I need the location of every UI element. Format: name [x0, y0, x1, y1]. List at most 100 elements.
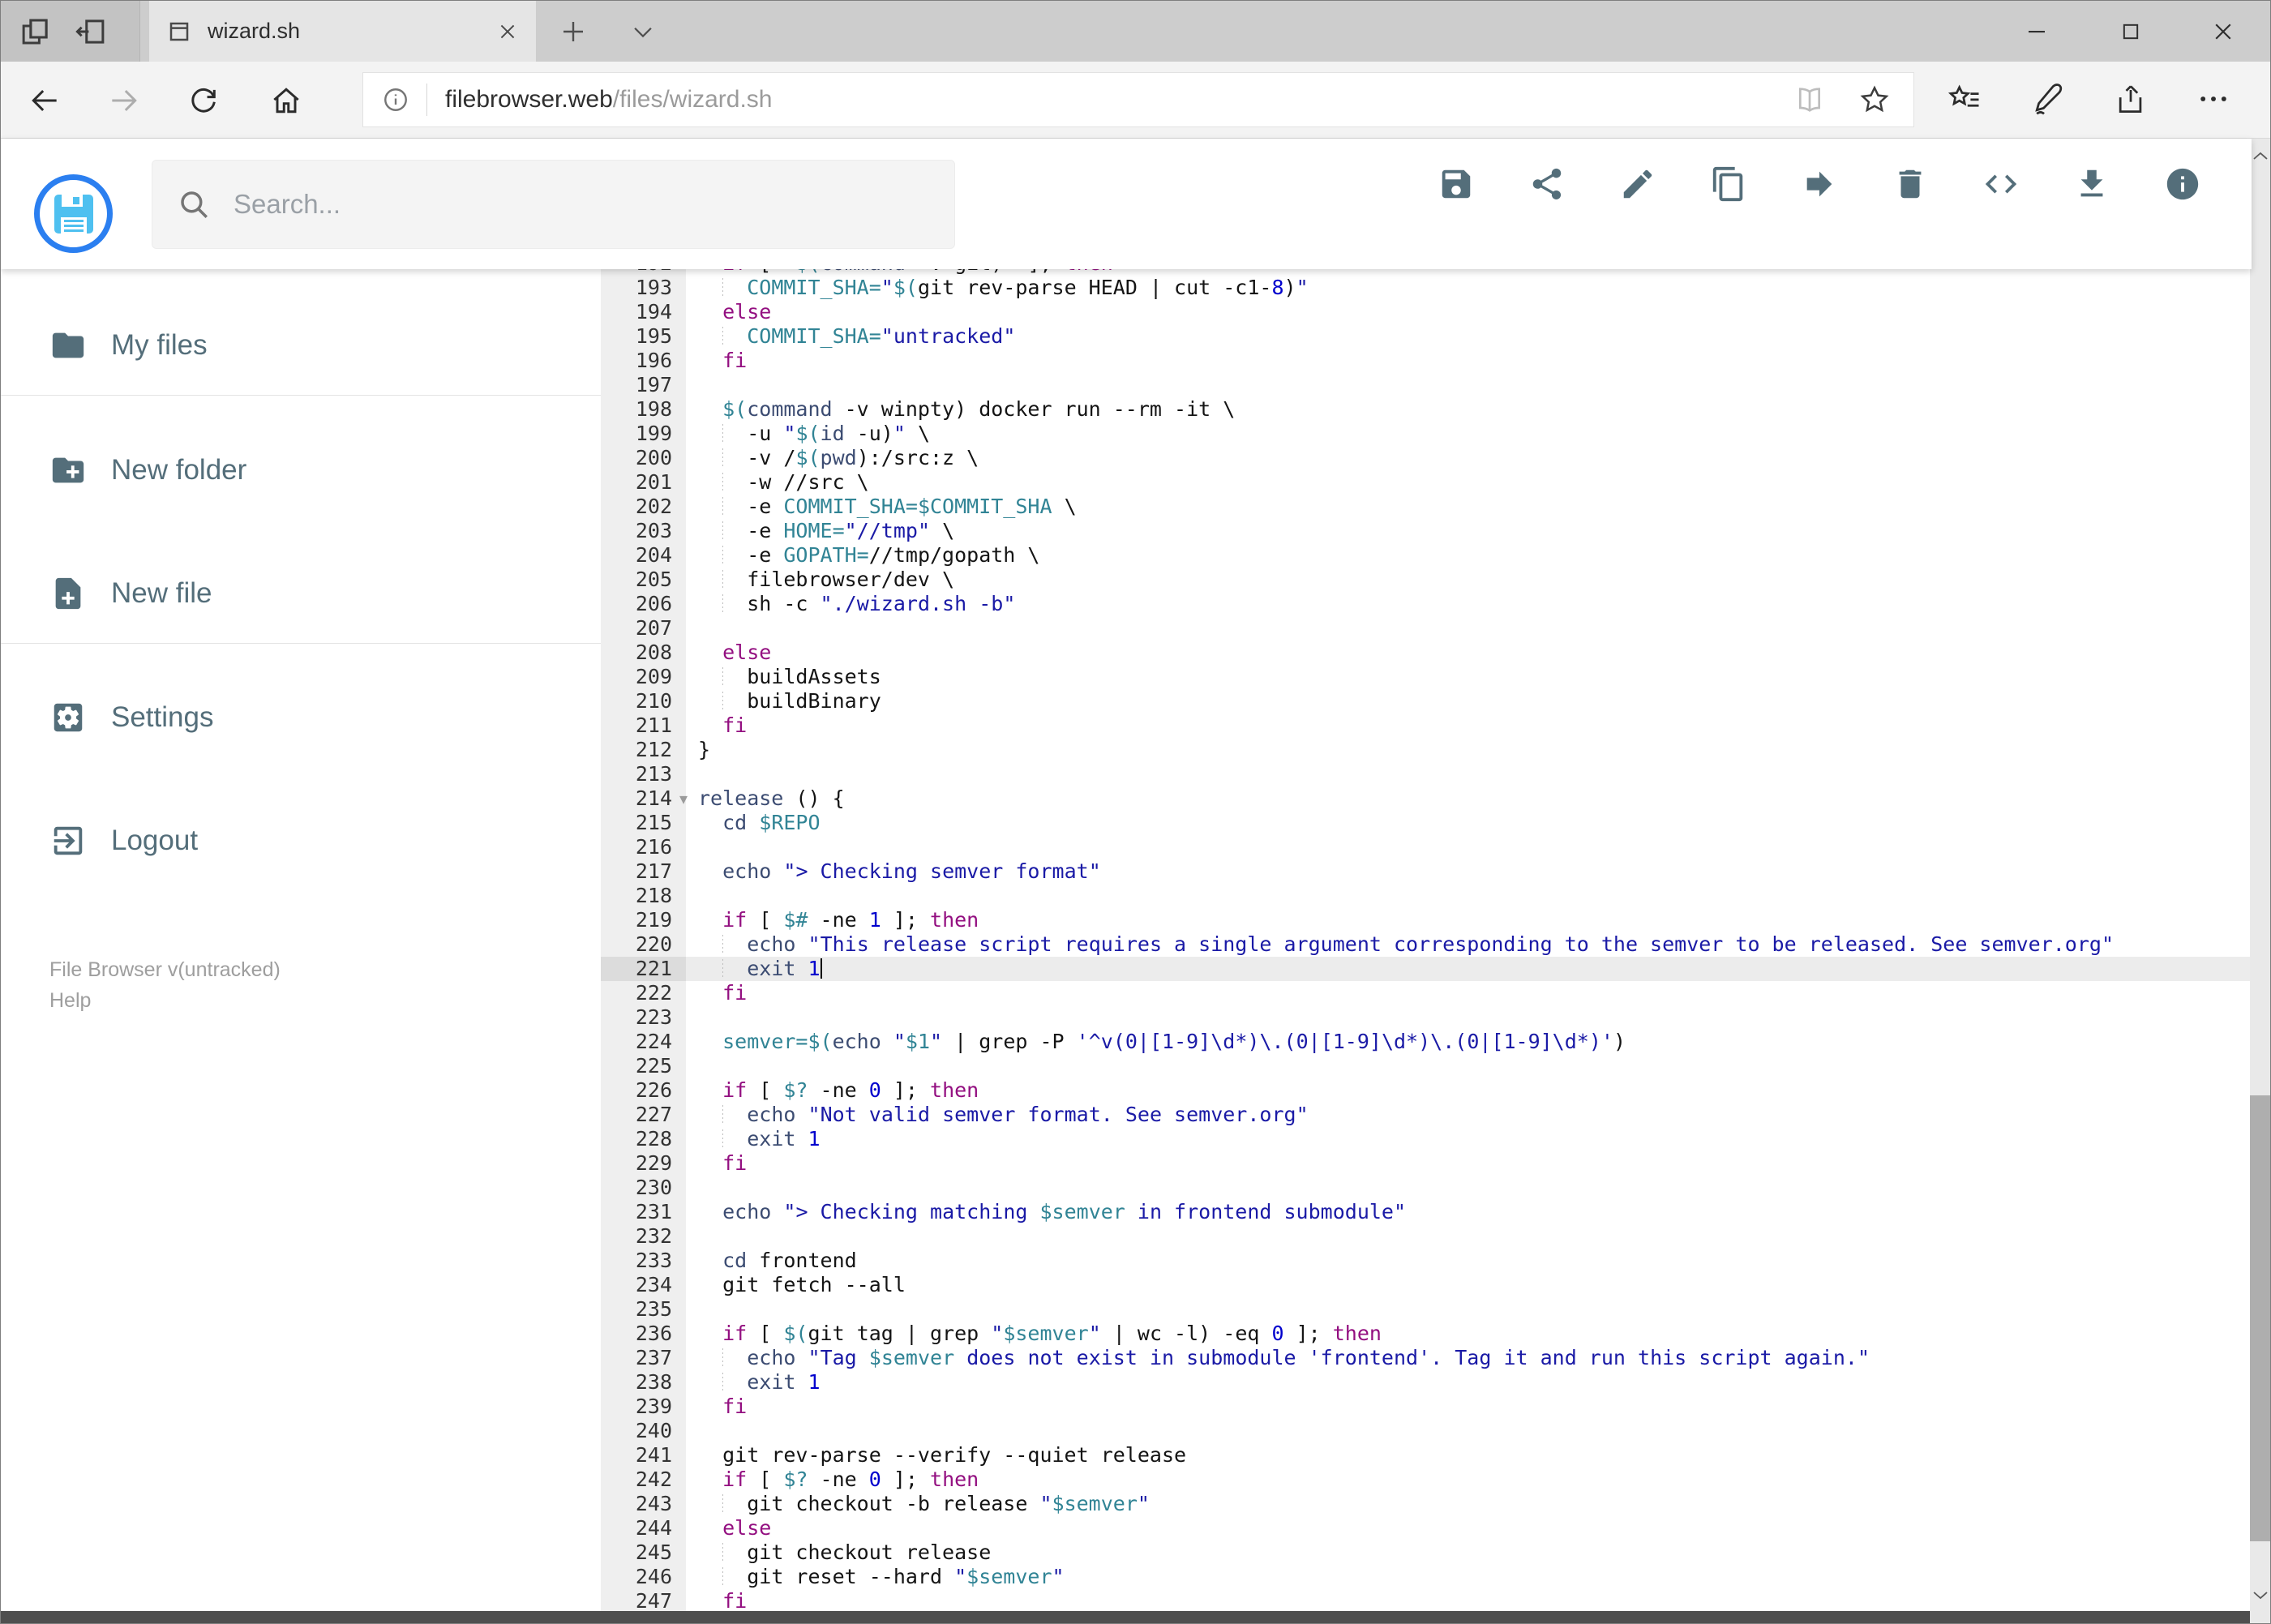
code-line[interactable]: 228 exit 1 [601, 1127, 2252, 1151]
code-line[interactable]: 204 -e GOPATH=//tmp/gopath \ [601, 543, 2252, 568]
code-line[interactable]: 221 exit 1 [601, 957, 2252, 981]
browser-tab[interactable]: wizard.sh [149, 1, 536, 62]
forward-button[interactable] [105, 81, 144, 120]
code-line[interactable]: 224 semver=$(echo "$1" | grep -P '^v(0|[… [601, 1030, 2252, 1054]
code-line[interactable]: 202 -e COMMIT_SHA=$COMMIT_SHA \ [601, 495, 2252, 519]
copy-button[interactable] [1710, 165, 1747, 203]
scroll-down-icon[interactable] [2251, 1585, 2270, 1605]
window-maximize-button[interactable] [2093, 1, 2169, 62]
search-input[interactable] [232, 188, 954, 221]
page-info-icon[interactable] [381, 85, 410, 114]
code-line[interactable]: 200 -v /$(pwd):/src:z \ [601, 446, 2252, 470]
code-line[interactable]: 194 else [601, 300, 2252, 324]
favorite-star-button[interactable] [1858, 84, 1891, 116]
code-line[interactable]: 213 [601, 762, 2252, 786]
code-line[interactable]: 210 buildBinary [601, 689, 2252, 713]
window-close-button[interactable] [2185, 1, 2261, 62]
code-editor[interactable]: 192 if [ "$(command -v git)" ]; then193 … [601, 269, 2252, 1613]
info-button[interactable] [2164, 165, 2201, 203]
code-line[interactable]: 236 if [ $(git tag | grep "$semver" | wc… [601, 1322, 2252, 1346]
app-logo[interactable] [34, 174, 113, 253]
code-line[interactable]: 240 [601, 1419, 2252, 1443]
sidebar-item-new-folder[interactable]: New folder [1, 426, 601, 515]
code-line[interactable]: 243 git checkout -b release "$semver" [601, 1492, 2252, 1516]
horizontal-scrollbar-thumb[interactable] [1, 1611, 2252, 1623]
code-line[interactable]: 220 echo "This release script requires a… [601, 932, 2252, 957]
code-line[interactable]: 197 [601, 373, 2252, 397]
code-line[interactable]: 195 COMMIT_SHA="untracked" [601, 324, 2252, 349]
code-line[interactable]: 231 echo "> Checking matching $semver in… [601, 1200, 2252, 1224]
code-line[interactable]: 198 $(command -v winpty) docker run --rm… [601, 397, 2252, 422]
code-line[interactable]: 206 sh -c "./wizard.sh -b" [601, 592, 2252, 616]
sidebar-item-settings[interactable]: Settings [1, 673, 601, 762]
code-line[interactable]: 245 git checkout release [601, 1540, 2252, 1565]
sidebar-item-my-files[interactable]: My files [1, 301, 601, 390]
code-line[interactable]: 237 echo "Tag $semver does not exist in … [601, 1346, 2252, 1370]
tab-close-button[interactable] [497, 21, 518, 42]
code-line[interactable]: 225 [601, 1054, 2252, 1078]
download-button[interactable] [2073, 165, 2110, 203]
code-line[interactable]: 222 fi [601, 981, 2252, 1005]
window-minimize-button[interactable] [1999, 1, 2075, 62]
code-line[interactable]: 239 fi [601, 1395, 2252, 1419]
hub-favorites-button[interactable] [1947, 81, 1983, 117]
share-page-button[interactable] [2113, 81, 2149, 117]
web-note-button[interactable] [2030, 81, 2066, 117]
delete-button[interactable] [1892, 165, 1929, 203]
move-button[interactable] [1801, 165, 1838, 203]
scroll-up-icon[interactable] [2251, 147, 2270, 166]
code-line[interactable]: 218 [601, 884, 2252, 908]
code-line[interactable]: 196 fi [601, 349, 2252, 373]
code-line[interactable]: 246 git reset --hard "$semver" [601, 1565, 2252, 1589]
code-line[interactable]: 230 [601, 1176, 2252, 1200]
code-line[interactable]: 235 [601, 1297, 2252, 1322]
code-line[interactable]: 244 else [601, 1516, 2252, 1540]
code-line[interactable]: 227 echo "Not valid semver format. See s… [601, 1103, 2252, 1127]
code-line[interactable]: 208 else [601, 641, 2252, 665]
code-line[interactable]: 234 git fetch --all [601, 1273, 2252, 1297]
code-line[interactable]: 229 fi [601, 1151, 2252, 1176]
code-line[interactable]: 199 -u "$(id -u)" \ [601, 422, 2252, 446]
save-button[interactable] [1438, 165, 1475, 203]
code-line[interactable]: 217 echo "> Checking semver format" [601, 859, 2252, 884]
code-line[interactable]: 215 cd $REPO [601, 811, 2252, 835]
code-line[interactable]: 219 if [ $# -ne 1 ]; then [601, 908, 2252, 932]
code-line[interactable]: 212} [601, 738, 2252, 762]
tab-preview-button[interactable] [19, 15, 53, 49]
code-line[interactable]: 238 exit 1 [601, 1370, 2252, 1395]
code-line[interactable]: 233 cd frontend [601, 1249, 2252, 1273]
sidebar-item-logout[interactable]: Logout [1, 796, 601, 885]
vertical-scrollbar-thumb[interactable] [2250, 1095, 2270, 1541]
code-line[interactable]: 209 buildAssets [601, 665, 2252, 689]
code-line[interactable]: 223 [601, 1005, 2252, 1030]
sidebar-item-new-file[interactable]: New file [1, 549, 601, 638]
help-link[interactable]: Help [49, 985, 601, 1016]
code-line[interactable]: 192 if [ "$(command -v git)" ]; then [601, 269, 2252, 276]
code-line[interactable]: 226 if [ $? -ne 0 ]; then [601, 1078, 2252, 1103]
fold-marker-icon[interactable]: ▾ [679, 787, 688, 812]
address-bar[interactable]: filebrowser.web/files/wizard.sh [362, 72, 1914, 127]
code-line[interactable]: 242 if [ $? -ne 0 ]; then [601, 1468, 2252, 1492]
code-line[interactable]: 232 [601, 1224, 2252, 1249]
share-button[interactable] [1528, 165, 1566, 203]
code-line[interactable]: 214 ▾ release () { [601, 786, 2252, 811]
new-tab-button[interactable] [549, 7, 598, 56]
code-line[interactable]: 241 git rev-parse --verify --quiet relea… [601, 1443, 2252, 1468]
code-line[interactable]: 216 [601, 835, 2252, 859]
vertical-scrollbar[interactable] [2250, 139, 2270, 1613]
code-line[interactable]: 247 fi [601, 1589, 2252, 1613]
edit-button[interactable] [1619, 165, 1656, 203]
set-aside-tabs-button[interactable] [74, 15, 108, 49]
reading-view-button[interactable] [1793, 84, 1826, 116]
code-line[interactable]: 207 [601, 616, 2252, 641]
raw-code-button[interactable] [1982, 165, 2020, 203]
search-box[interactable] [152, 160, 955, 249]
refresh-button[interactable] [184, 81, 223, 120]
back-button[interactable] [25, 81, 64, 120]
code-line[interactable]: 203 -e HOME="//tmp" \ [601, 519, 2252, 543]
home-button[interactable] [267, 81, 306, 120]
more-options-button[interactable] [2196, 81, 2231, 117]
code-line[interactable]: 205 filebrowser/dev \ [601, 568, 2252, 592]
tab-list-dropdown-button[interactable] [619, 7, 667, 56]
code-line[interactable]: 211 fi [601, 713, 2252, 738]
